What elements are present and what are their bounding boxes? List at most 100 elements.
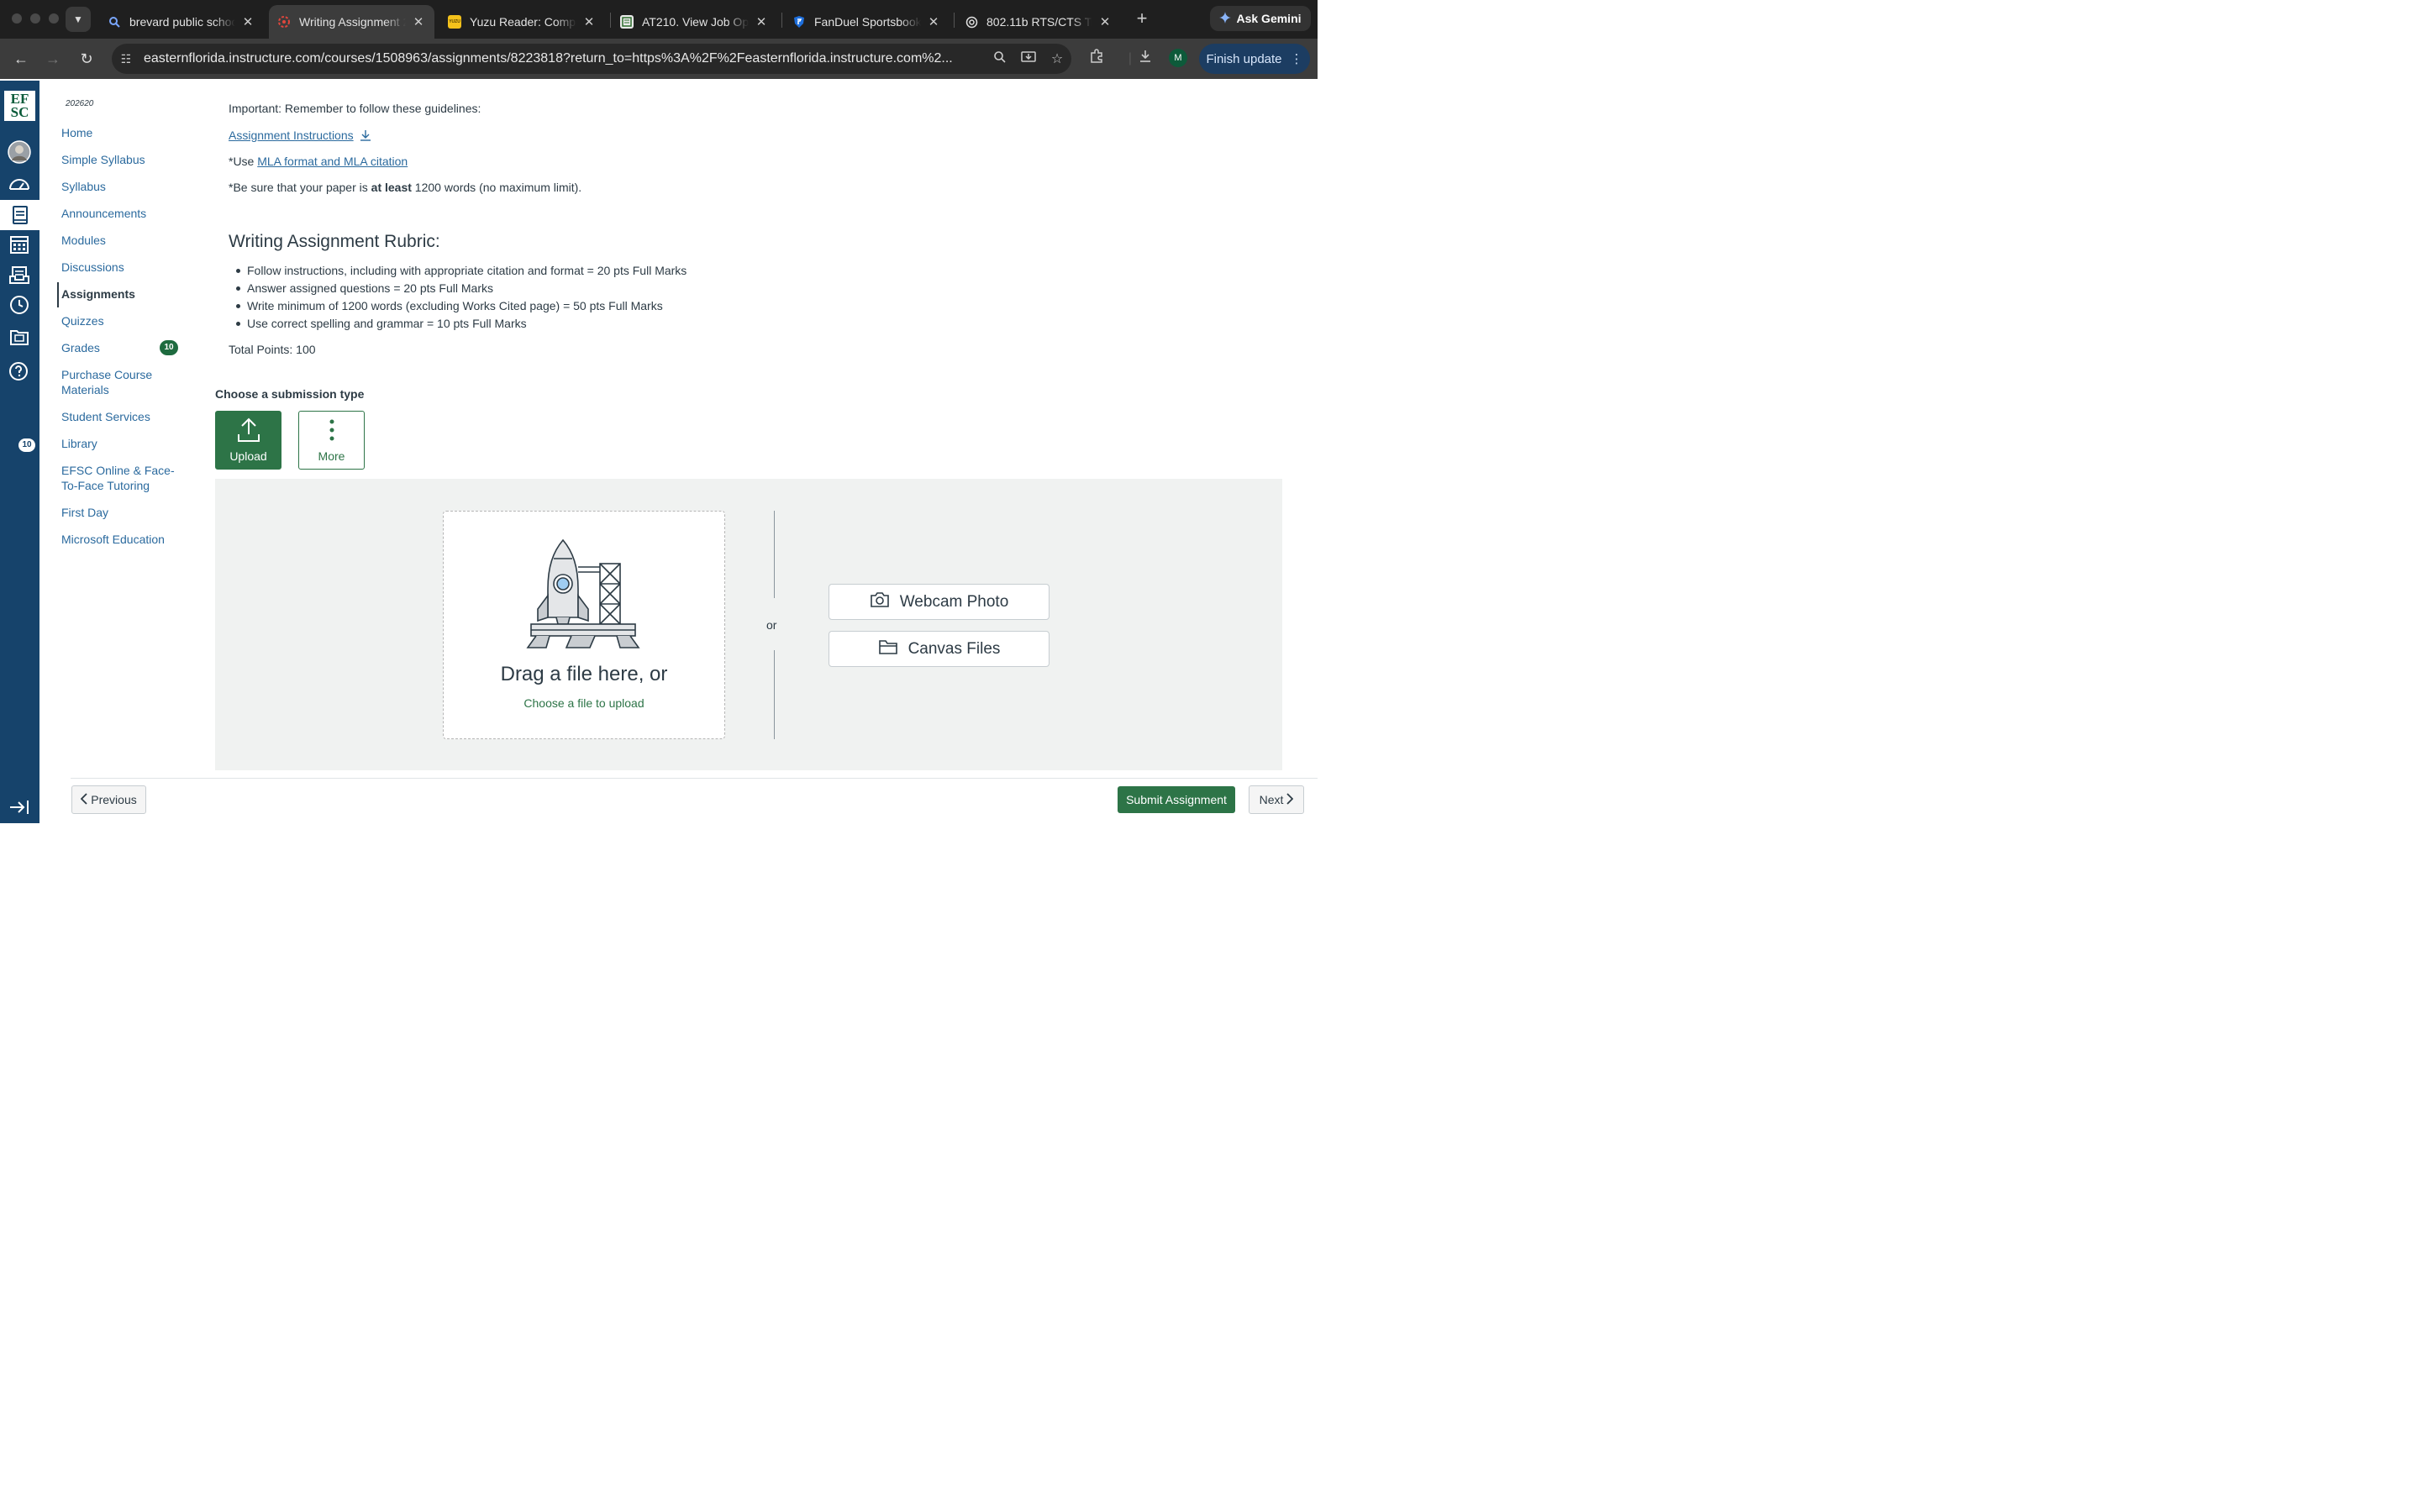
install-app-icon[interactable] <box>1014 50 1043 68</box>
tab-yuzu-reader[interactable]: YUZU Yuzu Reader: Computer ✕ <box>439 5 605 39</box>
mla-format-link[interactable]: MLA format and MLA citation <box>257 155 408 168</box>
tab-title: AT210. View Job Openings <box>642 15 749 29</box>
length-bold: at least <box>371 181 412 194</box>
rubric-heading: Writing Assignment Rubric: <box>229 232 440 251</box>
extensions-puzzle-icon[interactable] <box>1086 49 1107 69</box>
file-upload-panel: Drag a file here, or Choose a file to up… <box>215 479 1282 770</box>
close-icon[interactable]: ✕ <box>581 14 597 29</box>
yuzu-logo-icon: YUZU <box>448 15 461 29</box>
course-nav-home[interactable]: Home <box>61 125 187 140</box>
finish-update-button[interactable]: Finish update ⋮ <box>1199 44 1310 74</box>
course-nav-quizzes[interactable]: Quizzes <box>61 313 187 328</box>
files-folder-icon[interactable] <box>7 324 32 349</box>
length-suffix: 1200 words (no maximum limit). <box>411 181 582 194</box>
course-nav-syllabus[interactable]: Syllabus <box>61 179 187 194</box>
profile-avatar[interactable]: M <box>1169 49 1187 67</box>
footer-divider <box>71 778 1318 779</box>
length-prefix: *Be sure that your paper is <box>229 181 371 194</box>
rubric-item: Write minimum of 1200 words (excluding W… <box>229 297 687 315</box>
previous-label: Previous <box>91 793 137 806</box>
back-arrow-icon[interactable]: ← <box>10 49 32 69</box>
mla-row: *Use MLA format and MLA citation <box>229 155 408 168</box>
grades-badge: 10 <box>160 340 178 355</box>
inbox-icon[interactable] <box>7 262 32 287</box>
mla-prefix: *Use <box>229 155 258 168</box>
important-note: Important: Remember to follow these guid… <box>229 102 481 115</box>
gemini-sparkle-icon <box>1219 11 1232 26</box>
upload-submission-button[interactable]: Upload <box>215 411 281 470</box>
help-icon[interactable] <box>7 358 32 383</box>
canvas-files-label: Canvas Files <box>908 639 1001 658</box>
tab-title: 802.11b RTS/CTS Transmission <box>986 15 1092 29</box>
download-arrow-icon[interactable] <box>357 129 371 142</box>
tab-title: brevard public schools <box>129 15 235 29</box>
length-row: *Be sure that your paper is at least 120… <box>229 181 581 194</box>
course-nav-modules[interactable]: Modules <box>61 233 187 248</box>
close-icon[interactable]: ✕ <box>240 14 255 29</box>
close-icon[interactable]: ✕ <box>411 14 426 29</box>
course-nav-microsoft-education[interactable]: Microsoft Education <box>61 532 187 547</box>
rubric-list: Follow instructions, including with appr… <box>229 262 687 333</box>
next-button[interactable]: Next <box>1249 785 1304 814</box>
assignment-instructions-link[interactable]: Assignment Instructions <box>229 129 354 142</box>
tab-brevard[interactable]: brevard public schools ✕ <box>99 5 264 39</box>
course-nav-student-services[interactable]: Student Services <box>61 409 187 424</box>
window-minimize-control[interactable] <box>30 13 40 24</box>
rubric-item: Follow instructions, including with appr… <box>229 262 687 280</box>
course-nav-simple-syllabus[interactable]: Simple Syllabus <box>61 152 187 167</box>
previous-button[interactable]: Previous <box>71 785 146 814</box>
close-icon[interactable]: ✕ <box>754 14 769 29</box>
dashboard-gauge-icon[interactable] <box>7 171 32 197</box>
submission-type-label: Choose a submission type <box>215 387 365 401</box>
close-icon[interactable]: ✕ <box>1097 14 1113 29</box>
tab-title: Writing Assignment 2 <box>299 15 406 29</box>
tab-separator <box>954 13 955 28</box>
bookmark-star-icon[interactable]: ☆ <box>1043 50 1071 67</box>
course-navigation: 202620 Home Simple Syllabus Syllabus Ann… <box>39 81 208 823</box>
webcam-photo-button[interactable]: Webcam Photo <box>829 584 1050 620</box>
course-nav-discussions[interactable]: Discussions <box>61 260 187 275</box>
help-badge: 10 <box>18 438 35 452</box>
ask-gemini-button[interactable]: Ask Gemini <box>1210 6 1311 31</box>
download-icon[interactable] <box>1134 49 1156 69</box>
course-nav-purchase-materials[interactable]: Purchase Course Materials <box>61 367 187 397</box>
efsc-logo[interactable]: EF SC <box>4 91 35 121</box>
course-nav-library[interactable]: Library <box>61 436 187 451</box>
course-nav-tutoring[interactable]: EFSC Online & Face-To-Face Tutoring <box>61 463 187 493</box>
new-tab-button[interactable]: + <box>1132 8 1152 30</box>
course-nav-announcements[interactable]: Announcements <box>61 206 187 221</box>
window-close-control[interactable] <box>12 13 22 24</box>
active-indicator <box>57 282 59 307</box>
reload-icon[interactable]: ↻ <box>76 49 97 69</box>
submit-assignment-button[interactable]: Submit Assignment <box>1118 786 1235 813</box>
courses-book-icon[interactable] <box>0 200 39 230</box>
close-icon[interactable]: ✕ <box>926 14 941 29</box>
url-text: easternflorida.instructure.com/courses/1… <box>144 51 953 66</box>
choose-file-link[interactable]: Choose a file to upload <box>444 696 724 710</box>
file-drop-zone[interactable]: Drag a file here, or Choose a file to up… <box>443 511 725 739</box>
more-vertical-icon <box>329 414 335 446</box>
tab-writing-assignment[interactable]: Writing Assignment 2 ✕ <box>269 5 434 39</box>
tab-search-chevron-icon[interactable]: ▼ <box>66 7 91 32</box>
account-avatar[interactable] <box>7 139 32 165</box>
calendar-icon[interactable] <box>7 232 32 257</box>
zoom-magnifier-icon[interactable] <box>986 50 1014 68</box>
openai-logo-icon <box>965 15 978 29</box>
drag-file-title: Drag a file here, or <box>500 663 668 685</box>
search-icon <box>108 15 121 29</box>
course-nav-assignments[interactable]: Assignments <box>61 286 187 302</box>
course-nav-first-day[interactable]: First Day <box>61 505 187 520</box>
more-submission-button[interactable]: More <box>298 411 365 470</box>
history-clock-icon[interactable] <box>7 292 32 318</box>
window-zoom-control[interactable] <box>49 13 59 24</box>
tab-at210[interactable]: AT210. View Job Openings ✕ <box>612 5 777 39</box>
collapse-nav-icon[interactable] <box>7 795 32 820</box>
site-settings-icon[interactable]: ☷ <box>112 52 140 66</box>
tab-fanduel[interactable]: FanDuel Sportsbook ✕ <box>784 5 950 39</box>
canvas-files-button[interactable]: Canvas Files <box>829 631 1050 667</box>
forward-arrow-icon[interactable]: → <box>42 49 64 69</box>
tab-80211b[interactable]: 802.11b RTS/CTS Transmission ✕ <box>956 5 1121 39</box>
shield-icon <box>792 15 806 29</box>
address-bar[interactable]: ☷ easternflorida.instructure.com/courses… <box>112 44 1071 74</box>
rubric-item: Answer assigned questions = 20 pts Full … <box>229 280 687 297</box>
